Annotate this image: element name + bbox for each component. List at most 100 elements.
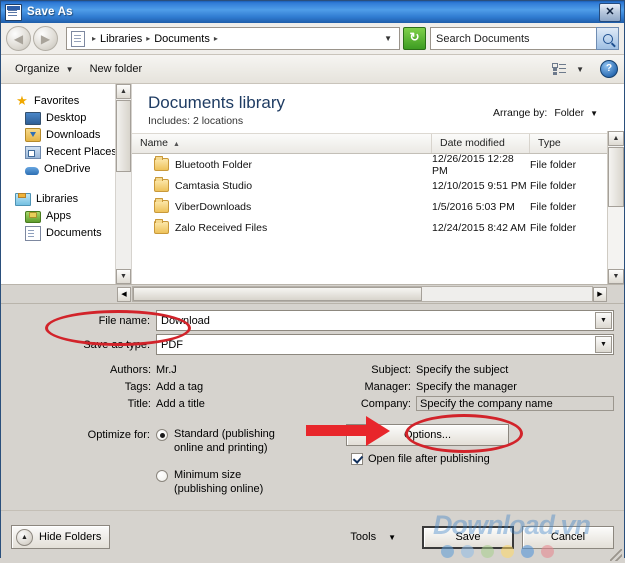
forward-button[interactable]: ▶ [33,26,58,51]
search-icon[interactable] [596,27,619,50]
title-value[interactable]: Add a title [156,398,205,410]
column-header-name[interactable]: Name▲ [132,134,432,153]
file-name-cell: Camtasia Studio [132,179,432,192]
navigation-pane-scrollbar[interactable]: ▲ ▼ [115,84,131,284]
close-icon[interactable]: ✕ [599,3,621,22]
radio-minimum-size-button[interactable] [156,470,168,482]
scroll-down-icon[interactable]: ▼ [608,269,624,284]
file-name-cell: Bluetooth Folder [132,158,432,171]
view-layout-button[interactable]: ▼ [544,63,592,75]
save-button[interactable]: Save [422,526,514,549]
resize-grip-icon[interactable] [610,549,622,561]
horizontal-scrollbar-track[interactable] [132,286,593,302]
hide-folders-label: Hide Folders [39,531,101,543]
radio-minimum-line1: Minimum size [174,469,241,481]
breadcrumb-item-libraries[interactable]: Libraries [100,33,142,45]
scroll-right-icon[interactable]: ▶ [593,287,607,302]
help-icon[interactable]: ? [600,60,618,78]
open-after-publishing-row[interactable]: Open file after publishing [351,453,490,465]
metadata-column-right: Subject: Specify the subject Manager: Sp… [296,361,624,412]
file-name-input[interactable]: Download ▼ [156,310,614,331]
breadcrumb-item-documents[interactable]: Documents [154,33,210,45]
file-list-scrollbar[interactable]: ▲ ▼ [607,131,624,284]
tools-label: Tools [350,531,376,543]
dialog-footer: ▲ Hide Folders Tools ▼ Save Cancel [1,510,624,563]
optimize-radio-group: Optimize for: Standard (publishing onlin… [1,428,301,510]
folder-icon [154,158,169,171]
star-icon: ★ [15,94,29,108]
scrollbar-thumb[interactable] [116,100,131,172]
table-row[interactable]: Camtasia Studio 12/10/2015 9:51 PM File … [132,175,624,196]
folder-icon [154,200,169,213]
breadcrumb[interactable]: ▸ Libraries ▸ Documents ▸ ▼ [66,27,400,50]
cancel-button[interactable]: Cancel [522,526,614,549]
metadata-grid: Authors: Mr.J Tags: Add a tag Title: Add… [1,361,624,412]
radio-minimum-size[interactable]: Minimum size (publishing online) [156,469,275,496]
subject-label: Subject: [296,364,416,376]
refresh-icon[interactable]: ↻ [403,27,426,50]
optimize-section: Optimize for: Standard (publishing onlin… [1,428,624,510]
sidebar-label-favorites: Favorites [34,95,79,107]
column-header-row: Name▲ Date modified Type [132,133,624,154]
metadata-column-left: Authors: Mr.J Tags: Add a tag Title: Add… [1,361,296,412]
file-rows: Bluetooth Folder 12/26/2015 12:28 PM Fil… [132,154,624,238]
tags-value[interactable]: Add a tag [156,381,203,393]
table-row[interactable]: Bluetooth Folder 12/26/2015 12:28 PM Fil… [132,154,624,175]
file-list-pane: Documents library Includes: 2 locations … [132,84,624,284]
sidebar-label-apps: Apps [46,210,71,222]
new-folder-button[interactable]: New folder [82,63,151,75]
hide-folders-button[interactable]: ▲ Hide Folders [11,525,110,549]
sidebar-item-downloads[interactable]: Downloads [1,126,131,143]
sidebar-item-desktop[interactable]: Desktop [1,109,131,126]
horizontal-scrollbar[interactable]: ◀ ▶ [1,285,624,304]
open-after-publishing-checkbox[interactable] [351,453,363,465]
column-header-date-modified[interactable]: Date modified [432,134,530,153]
options-button[interactable]: Options... [346,424,509,446]
sidebar-item-apps[interactable]: Apps [1,207,131,224]
sidebar-label-documents: Documents [46,227,102,239]
libraries-icon [15,193,31,206]
nav-group-libraries: Libraries Apps Documents [1,190,131,241]
company-field[interactable]: Specify the company name [416,396,614,411]
downloads-icon [25,128,41,142]
title-bar: Save As ✕ [1,1,624,23]
title-row: Title: Add a title [1,395,296,412]
new-folder-label: New folder [90,63,143,75]
sidebar-item-libraries[interactable]: Libraries [1,190,131,207]
manager-value[interactable]: Specify the manager [416,381,517,393]
save-as-type-select[interactable]: PDF ▼ [156,334,614,355]
file-name-cell: ViberDownloads [132,200,432,213]
tools-button[interactable]: Tools ▼ [350,531,396,543]
desktop-icon [25,112,41,125]
title-label: Title: [1,398,156,410]
organize-button[interactable]: Organize ▼ [7,63,82,75]
file-name-value: Download [157,315,595,327]
save-as-dialog: Save As ✕ ◀ ▶ ▸ Libraries ▸ Documents ▸ … [0,0,625,558]
scroll-left-icon[interactable]: ◀ [117,287,131,302]
recent-places-icon [25,146,41,159]
scroll-down-icon[interactable]: ▼ [116,269,131,284]
radio-standard-button[interactable] [156,429,168,441]
chevron-down-icon[interactable]: ▼ [595,336,612,353]
chevron-down-icon: ▼ [388,533,396,542]
search-input[interactable]: Search Documents [430,27,596,50]
back-button[interactable]: ◀ [6,26,31,51]
arrange-by-control[interactable]: Arrange by: Folder ▼ [493,107,598,119]
sidebar-item-recent-places[interactable]: Recent Places [1,143,131,160]
sidebar-item-documents[interactable]: Documents [1,224,131,241]
subject-value[interactable]: Specify the subject [416,364,508,376]
scroll-up-icon[interactable]: ▲ [608,131,624,146]
chevron-down-icon[interactable]: ▼ [380,34,396,43]
scroll-up-icon[interactable]: ▲ [116,84,131,99]
sidebar-item-favorites[interactable]: ★ Favorites [1,92,131,109]
sidebar-item-onedrive[interactable]: OneDrive [1,160,131,177]
save-as-type-row: Save as type: PDF ▼ [1,334,624,355]
authors-value[interactable]: Mr.J [156,364,177,376]
table-row[interactable]: Zalo Received Files 12/24/2015 8:42 AM F… [132,217,624,238]
chevron-down-icon[interactable]: ▼ [595,312,612,329]
scrollbar-thumb[interactable] [133,287,422,301]
scrollbar-thumb[interactable] [608,147,624,207]
radio-standard[interactable]: Standard (publishing online and printing… [156,428,275,455]
table-row[interactable]: ViberDownloads 1/5/2016 5:03 PM File fol… [132,196,624,217]
magnifier-glyph [603,34,613,44]
